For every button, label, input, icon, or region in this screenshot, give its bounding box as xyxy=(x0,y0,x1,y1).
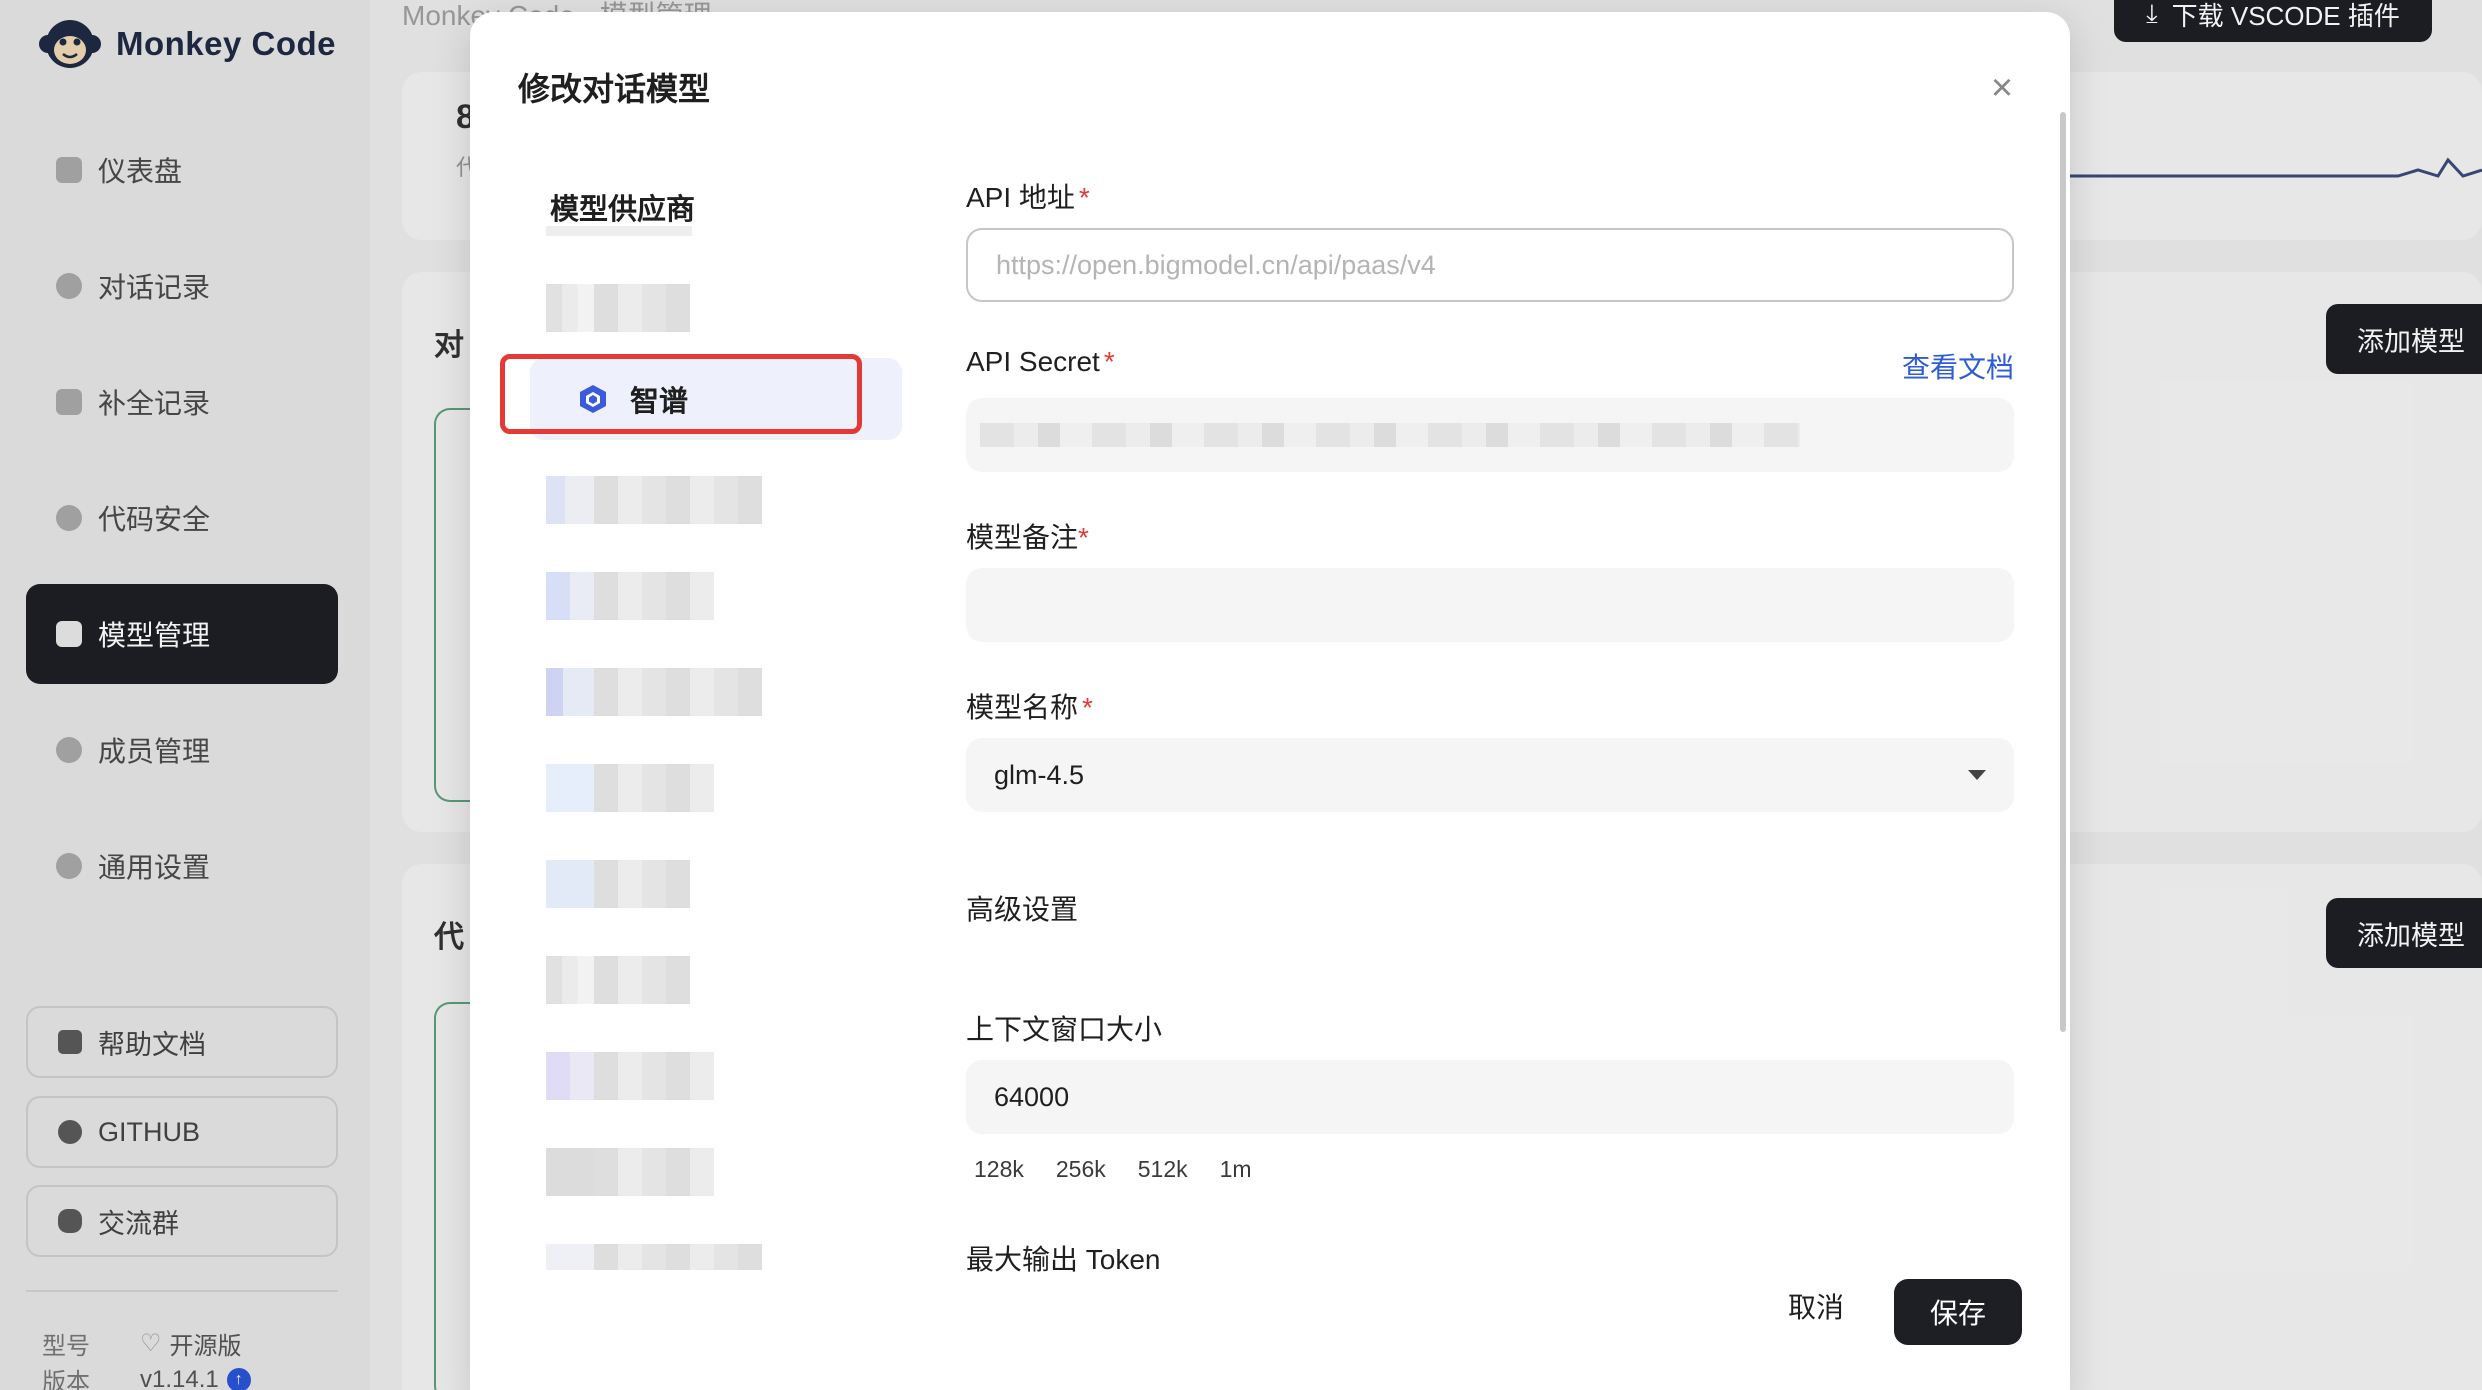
provider-item[interactable] xyxy=(546,1052,714,1100)
preset-1m[interactable]: 1m xyxy=(1220,1156,1252,1183)
provider-item[interactable] xyxy=(546,764,714,812)
provider-item[interactable] xyxy=(546,860,690,908)
api-secret-input[interactable] xyxy=(966,398,2014,472)
edit-chat-model-dialog: 修改对话模型 × 模型供应商 智谱 API 地址 * https://open.b… xyxy=(470,12,2070,1390)
dialog-title: 修改对话模型 xyxy=(518,71,711,107)
provider-section-title: 模型供应商 xyxy=(550,194,696,226)
close-icon[interactable]: × xyxy=(1982,68,2022,108)
context-window-input[interactable]: 64000 xyxy=(966,1060,2014,1134)
model-name-value: glm-4.5 xyxy=(994,759,1085,790)
provider-item[interactable] xyxy=(546,476,762,524)
advanced-settings-label: 高级设置 xyxy=(966,894,1079,925)
cancel-button[interactable]: 取消 xyxy=(1766,1274,1866,1338)
required-mark: * xyxy=(1078,182,1090,213)
model-name-label: 模型名称 * xyxy=(966,686,1093,726)
required-mark: * xyxy=(1103,346,1115,377)
provider-item[interactable] xyxy=(546,956,690,1004)
preset-128k[interactable]: 128k xyxy=(974,1156,1024,1183)
zhipu-logo-icon xyxy=(580,385,606,413)
provider-item[interactable] xyxy=(546,1244,762,1270)
provider-item[interactable] xyxy=(546,284,690,332)
max-output-token-label: 最大输出 Token xyxy=(966,1244,1161,1275)
model-remark-label-text: 模型备注 xyxy=(966,522,1079,553)
preset-512k[interactable]: 512k xyxy=(1138,1156,1188,1183)
provider-title-underline xyxy=(546,226,692,236)
context-window-label: 上下文窗口大小 xyxy=(966,1014,1163,1045)
view-docs-link[interactable]: 查看文档 xyxy=(1902,346,2014,386)
model-name-label-text: 模型名称 xyxy=(966,692,1079,723)
masked-secret-value xyxy=(980,423,1800,447)
model-remark-input[interactable] xyxy=(966,568,2014,642)
chevron-down-icon xyxy=(1968,770,1986,780)
api-secret-label: API Secret * xyxy=(966,346,1115,378)
api-address-label-text: API 地址 xyxy=(966,182,1075,213)
dialog-scrollbar[interactable] xyxy=(2060,112,2066,1032)
provider-item[interactable] xyxy=(546,572,714,620)
api-address-label: API 地址 * xyxy=(966,176,1090,216)
provider-item-zhipu[interactable]: 智谱 xyxy=(530,358,902,440)
model-name-select[interactable]: glm-4.5 xyxy=(966,738,2014,812)
provider-item-label: 智谱 xyxy=(630,386,689,418)
preset-256k[interactable]: 256k xyxy=(1056,1156,1106,1183)
context-window-presets: 128k 256k 512k 1m xyxy=(974,1156,1252,1183)
provider-item[interactable] xyxy=(546,1148,714,1196)
provider-item[interactable] xyxy=(546,668,762,716)
api-secret-label-text: API Secret xyxy=(966,346,1100,377)
save-button[interactable]: 保存 xyxy=(1894,1279,2022,1345)
api-address-input[interactable]: https://open.bigmodel.cn/api/paas/v4 xyxy=(966,228,2014,302)
required-mark: * xyxy=(1078,522,1089,553)
required-mark: * xyxy=(1082,692,1093,723)
model-remark-label: 模型备注* xyxy=(966,516,1089,556)
